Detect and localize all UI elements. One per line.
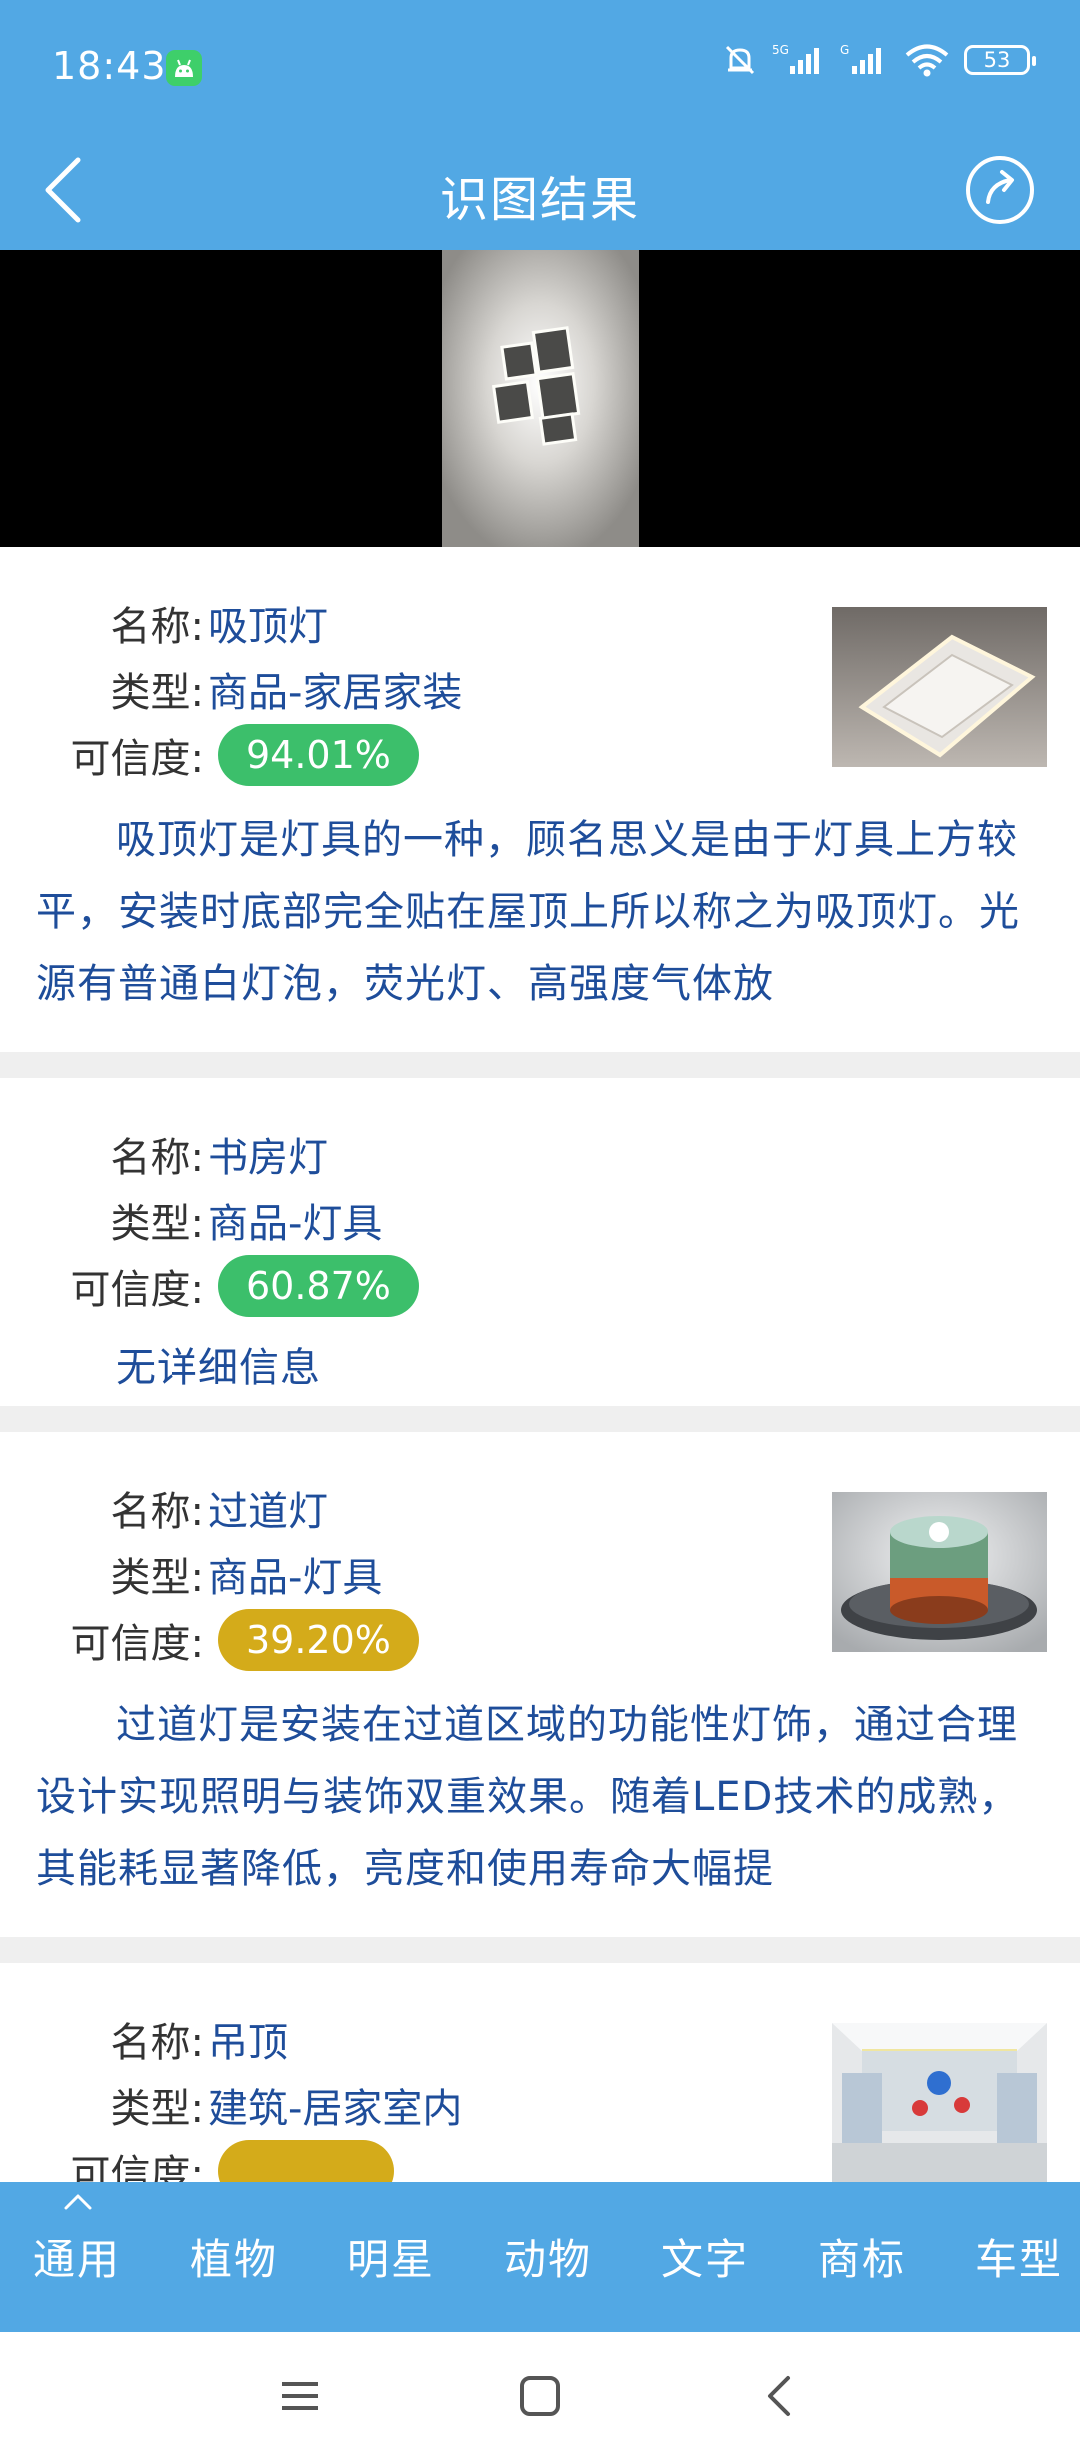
name-label: 名称: — [110, 1489, 204, 1535]
type-label: 类型: — [110, 1201, 204, 1247]
tab-celebrity[interactable]: 明星 — [326, 2226, 456, 2287]
tab-logo[interactable]: 商标 — [797, 2226, 927, 2287]
results-list[interactable]: 名称: 吸顶灯 类型: 商品-家居家装 可信度: 94.01% 吸顶灯是灯具的一… — [0, 547, 1080, 2182]
confidence-badge: 39.20% — [218, 1609, 419, 1671]
result-card[interactable]: 名称: 过道灯 类型: 商品-灯具 可信度: 39.20% 过道灯是安装在过道区… — [0, 1432, 1080, 1937]
separator — [0, 1406, 1080, 1432]
result-type: 商品-家居家装 — [208, 670, 463, 716]
type-label: 类型: — [110, 2086, 204, 2132]
type-row: 类型: 建筑-居家室内 — [36, 2073, 463, 2137]
result-card[interactable]: 名称: 吸顶灯 类型: 商品-家居家装 可信度: 94.01% 吸顶灯是灯具的一… — [0, 547, 1080, 1052]
battery-icon: 53 — [964, 45, 1036, 75]
category-tab-bar: 通用 植物 明星 动物 文字 商标 车型 — [0, 2182, 1080, 2332]
separator — [0, 1937, 1080, 1963]
name-label: 名称: — [110, 2020, 204, 2066]
confidence-label: 可信度: — [70, 736, 204, 782]
separator — [0, 1052, 1080, 1078]
app-bar: 识图结果 — [0, 130, 1080, 250]
g-signal-icon: G — [840, 43, 881, 74]
tab-car[interactable]: 车型 — [954, 2226, 1080, 2287]
back-triangle-icon[interactable] — [750, 2366, 810, 2426]
tab-general[interactable]: 通用 — [12, 2226, 142, 2287]
result-name: 书房灯 — [208, 1135, 328, 1181]
page-title: 识图结果 — [439, 172, 640, 228]
result-name: 吊顶 — [208, 2020, 288, 2066]
name-row: 名称: 过道灯 — [36, 1476, 328, 1540]
svg-text:5G: 5G — [772, 43, 789, 57]
mute-bell-icon — [725, 45, 755, 75]
name-row: 名称: 书房灯 — [36, 1122, 328, 1186]
result-name: 过道灯 — [208, 1489, 328, 1535]
query-image — [0, 250, 1080, 547]
home-square-icon[interactable] — [510, 2366, 570, 2426]
tab-animal[interactable]: 动物 — [483, 2226, 613, 2287]
status-icons: 5G G 53 — [722, 42, 1036, 78]
status-time: 18:43 — [52, 44, 167, 88]
confidence-row: 可信度: — [36, 2139, 394, 2182]
result-description: 吸顶灯是灯具的一种，顾名思义是由于灯具上方较平，安装时底部完全贴在屋顶上所以称之… — [36, 817, 1020, 1007]
type-label: 类型: — [110, 1555, 204, 1601]
result-type: 商品-灯具 — [208, 1555, 383, 1601]
share-button[interactable] — [950, 140, 1050, 240]
confidence-row: 可信度: 60.87% — [36, 1254, 419, 1318]
confidence-label: 可信度: — [70, 1267, 204, 1313]
share-icon — [966, 156, 1034, 224]
tab-text[interactable]: 文字 — [640, 2226, 770, 2287]
name-row: 名称: 吊顶 — [36, 2007, 288, 2071]
confidence-badge: 94.01% — [218, 724, 419, 786]
wifi-icon — [905, 44, 949, 77]
type-row: 类型: 商品-灯具 — [36, 1188, 383, 1252]
status-bar: 18:43 5G G 53 — [0, 0, 1080, 130]
result-card[interactable]: 名称: 吊顶 类型: 建筑-居家室内 可信度: — [0, 1963, 1080, 2182]
type-row: 类型: 商品-灯具 — [36, 1542, 383, 1606]
name-label: 名称: — [110, 604, 204, 650]
type-row: 类型: 商品-家居家装 — [36, 657, 463, 721]
query-photo — [442, 250, 639, 547]
tab-plant[interactable]: 植物 — [169, 2226, 299, 2287]
svg-text:G: G — [840, 43, 849, 57]
android-app-icon — [166, 50, 202, 86]
result-description: 无详细信息 — [116, 1345, 321, 1391]
confidence-label: 可信度: — [70, 1621, 204, 1667]
name-label: 名称: — [110, 1135, 204, 1181]
confidence-badge — [218, 2140, 394, 2182]
result-thumbnail[interactable] — [832, 607, 1047, 767]
menu-icon[interactable] — [270, 2366, 330, 2426]
result-thumbnail[interactable] — [832, 2023, 1047, 2182]
chevron-up-icon[interactable] — [60, 2190, 96, 2212]
name-row: 名称: 吸顶灯 — [36, 591, 328, 655]
5g-signal-icon: 5G — [772, 43, 819, 74]
result-thumbnail[interactable] — [832, 1492, 1047, 1652]
result-description: 过道灯是安装在过道区域的功能性灯饰，通过合理设计实现照明与装饰双重效果。随着LE… — [36, 1702, 1020, 1892]
confidence-badge: 60.87% — [218, 1255, 419, 1317]
confidence-row: 可信度: 39.20% — [36, 1608, 419, 1672]
result-name: 吸顶灯 — [208, 604, 328, 650]
result-card[interactable]: 名称: 书房灯 类型: 商品-灯具 可信度: 60.87% 无详细信息 — [0, 1078, 1080, 1406]
confidence-row: 可信度: 94.01% — [36, 723, 419, 787]
system-nav-bar — [0, 2332, 1080, 2460]
type-label: 类型: — [110, 670, 204, 716]
result-type: 商品-灯具 — [208, 1201, 383, 1247]
result-type: 建筑-居家室内 — [208, 2086, 463, 2132]
confidence-label: 可信度: — [70, 2152, 204, 2182]
